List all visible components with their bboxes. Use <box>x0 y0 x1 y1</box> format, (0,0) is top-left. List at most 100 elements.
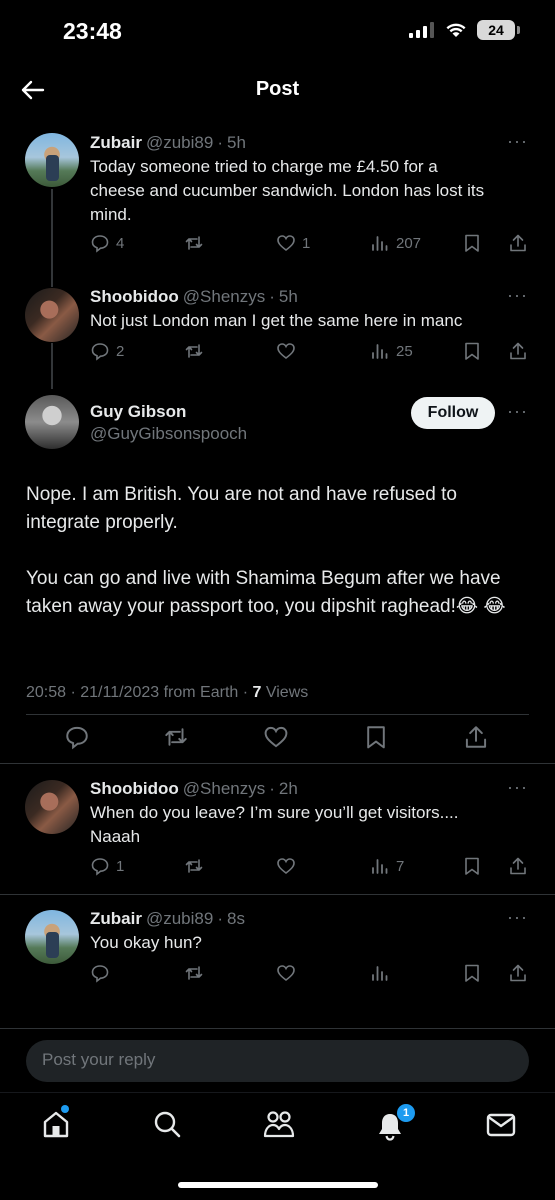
tweet-header: Shoobidoo @Shenzys · 2h <box>90 779 298 799</box>
views-icon <box>372 236 388 251</box>
heart-icon <box>277 858 295 875</box>
tweet-text: You okay hun? <box>90 933 202 952</box>
author-handle[interactable]: @GuyGibsonspooch <box>90 424 247 444</box>
author-name[interactable]: Guy Gibson <box>90 402 186 422</box>
avatar[interactable] <box>25 133 79 187</box>
status-time: 23:48 <box>63 18 122 44</box>
views-icon <box>372 859 388 874</box>
view-count: 7 <box>396 857 405 875</box>
more-options-icon[interactable]: ··· <box>507 907 528 928</box>
messages-envelope-icon[interactable] <box>485 1110 517 1140</box>
views-label: Views <box>261 684 309 701</box>
home-indicator[interactable] <box>178 1182 378 1188</box>
heart-icon <box>277 965 295 982</box>
avatar[interactable] <box>25 910 79 964</box>
retweet-button[interactable] <box>184 341 204 361</box>
home-notification-dot <box>61 1105 69 1113</box>
signal-icon <box>409 22 434 38</box>
more-options-icon[interactable]: ··· <box>507 131 528 152</box>
author-handle[interactable]: @Shenzys <box>183 779 265 799</box>
like-button[interactable]: 1 <box>276 233 310 253</box>
divider <box>26 714 529 715</box>
bookmark-icon[interactable] <box>462 963 482 983</box>
share-icon[interactable] <box>463 724 489 750</box>
tweet-time: 8s <box>226 909 245 928</box>
page-title: Post <box>255 78 300 100</box>
avatar[interactable] <box>25 395 79 449</box>
author-handle[interactable]: @zubi89 <box>146 909 213 929</box>
author-name[interactable]: Shoobidoo <box>90 779 179 799</box>
reply-count: 1 <box>116 857 125 875</box>
heart-icon[interactable] <box>263 724 289 750</box>
wifi-icon <box>446 23 466 37</box>
bookmark-icon[interactable] <box>462 341 482 361</box>
reply-count: 4 <box>116 234 125 252</box>
search-icon[interactable] <box>151 1108 183 1140</box>
view-count: 25 <box>396 342 413 360</box>
divider <box>0 894 555 895</box>
like-button[interactable] <box>276 856 296 876</box>
reply-button[interactable] <box>90 963 110 983</box>
avatar[interactable] <box>25 288 79 342</box>
like-button[interactable] <box>276 341 296 361</box>
views-button[interactable] <box>370 963 390 983</box>
heart-icon <box>277 235 295 252</box>
retweet-button[interactable] <box>184 856 204 876</box>
retweet-icon <box>185 236 203 250</box>
reply-input[interactable]: Post your reply <box>26 1040 529 1082</box>
author-handle[interactable]: @zubi89 <box>146 133 213 153</box>
like-count: 1 <box>302 234 311 252</box>
tweet-header: Shoobidoo @Shenzys · 5h <box>90 287 298 307</box>
bookmark-icon[interactable] <box>363 724 389 750</box>
notifications-badge: 1 <box>397 1104 415 1122</box>
more-options-icon[interactable]: ··· <box>507 777 528 798</box>
thread-line <box>51 189 53 287</box>
status-icons: 24 <box>409 20 520 40</box>
retweet-button[interactable] <box>184 233 204 253</box>
bookmark-icon[interactable] <box>462 233 482 253</box>
retweet-icon <box>185 859 203 873</box>
reply-icon <box>91 965 109 983</box>
views-button[interactable]: 7 <box>370 856 404 876</box>
divider <box>0 763 555 764</box>
heart-icon <box>277 343 295 360</box>
reply-icon <box>91 235 109 253</box>
tweet-time: 2h <box>278 779 298 798</box>
retweet-icon[interactable] <box>163 724 189 750</box>
like-button[interactable] <box>276 963 296 983</box>
more-options-icon[interactable]: ··· <box>507 401 528 422</box>
author-handle[interactable]: @Shenzys <box>183 287 265 307</box>
views-icon <box>372 966 388 981</box>
view-count: 207 <box>396 234 422 252</box>
retweet-button[interactable] <box>184 963 204 983</box>
views-button[interactable]: 25 <box>370 341 413 361</box>
post-datetime: 20:58 · 21/11/2023 from Earth · <box>26 684 253 701</box>
avatar[interactable] <box>25 780 79 834</box>
tweet-header: Zubair @zubi89 · 8s <box>90 909 245 929</box>
share-icon[interactable] <box>508 963 528 983</box>
home-icon[interactable] <box>40 1108 72 1140</box>
author-name[interactable]: Zubair <box>90 133 142 153</box>
retweet-icon <box>185 344 203 358</box>
author-name[interactable]: Zubair <box>90 909 142 929</box>
reply-icon[interactable] <box>64 724 90 750</box>
tweet-time: 5h <box>278 287 298 306</box>
tweet-time: 5h <box>226 133 246 152</box>
follow-button[interactable]: Follow <box>411 397 495 429</box>
share-icon[interactable] <box>508 233 528 253</box>
reply-button[interactable]: 1 <box>90 856 124 876</box>
communities-icon[interactable] <box>262 1108 296 1140</box>
reply-icon <box>91 343 109 361</box>
reply-button[interactable]: 2 <box>90 341 124 361</box>
divider <box>0 1028 555 1029</box>
share-icon[interactable] <box>508 856 528 876</box>
bookmark-icon[interactable] <box>462 856 482 876</box>
share-icon[interactable] <box>508 341 528 361</box>
reply-button[interactable]: 4 <box>90 233 124 253</box>
reply-icon <box>91 858 109 876</box>
reply-count: 2 <box>116 342 125 360</box>
views-button[interactable]: 207 <box>370 233 421 253</box>
post-meta: 20:58 · 21/11/2023 from Earth · 7 Views <box>26 684 308 702</box>
author-name[interactable]: Shoobidoo <box>90 287 179 307</box>
more-options-icon[interactable]: ··· <box>507 285 528 306</box>
